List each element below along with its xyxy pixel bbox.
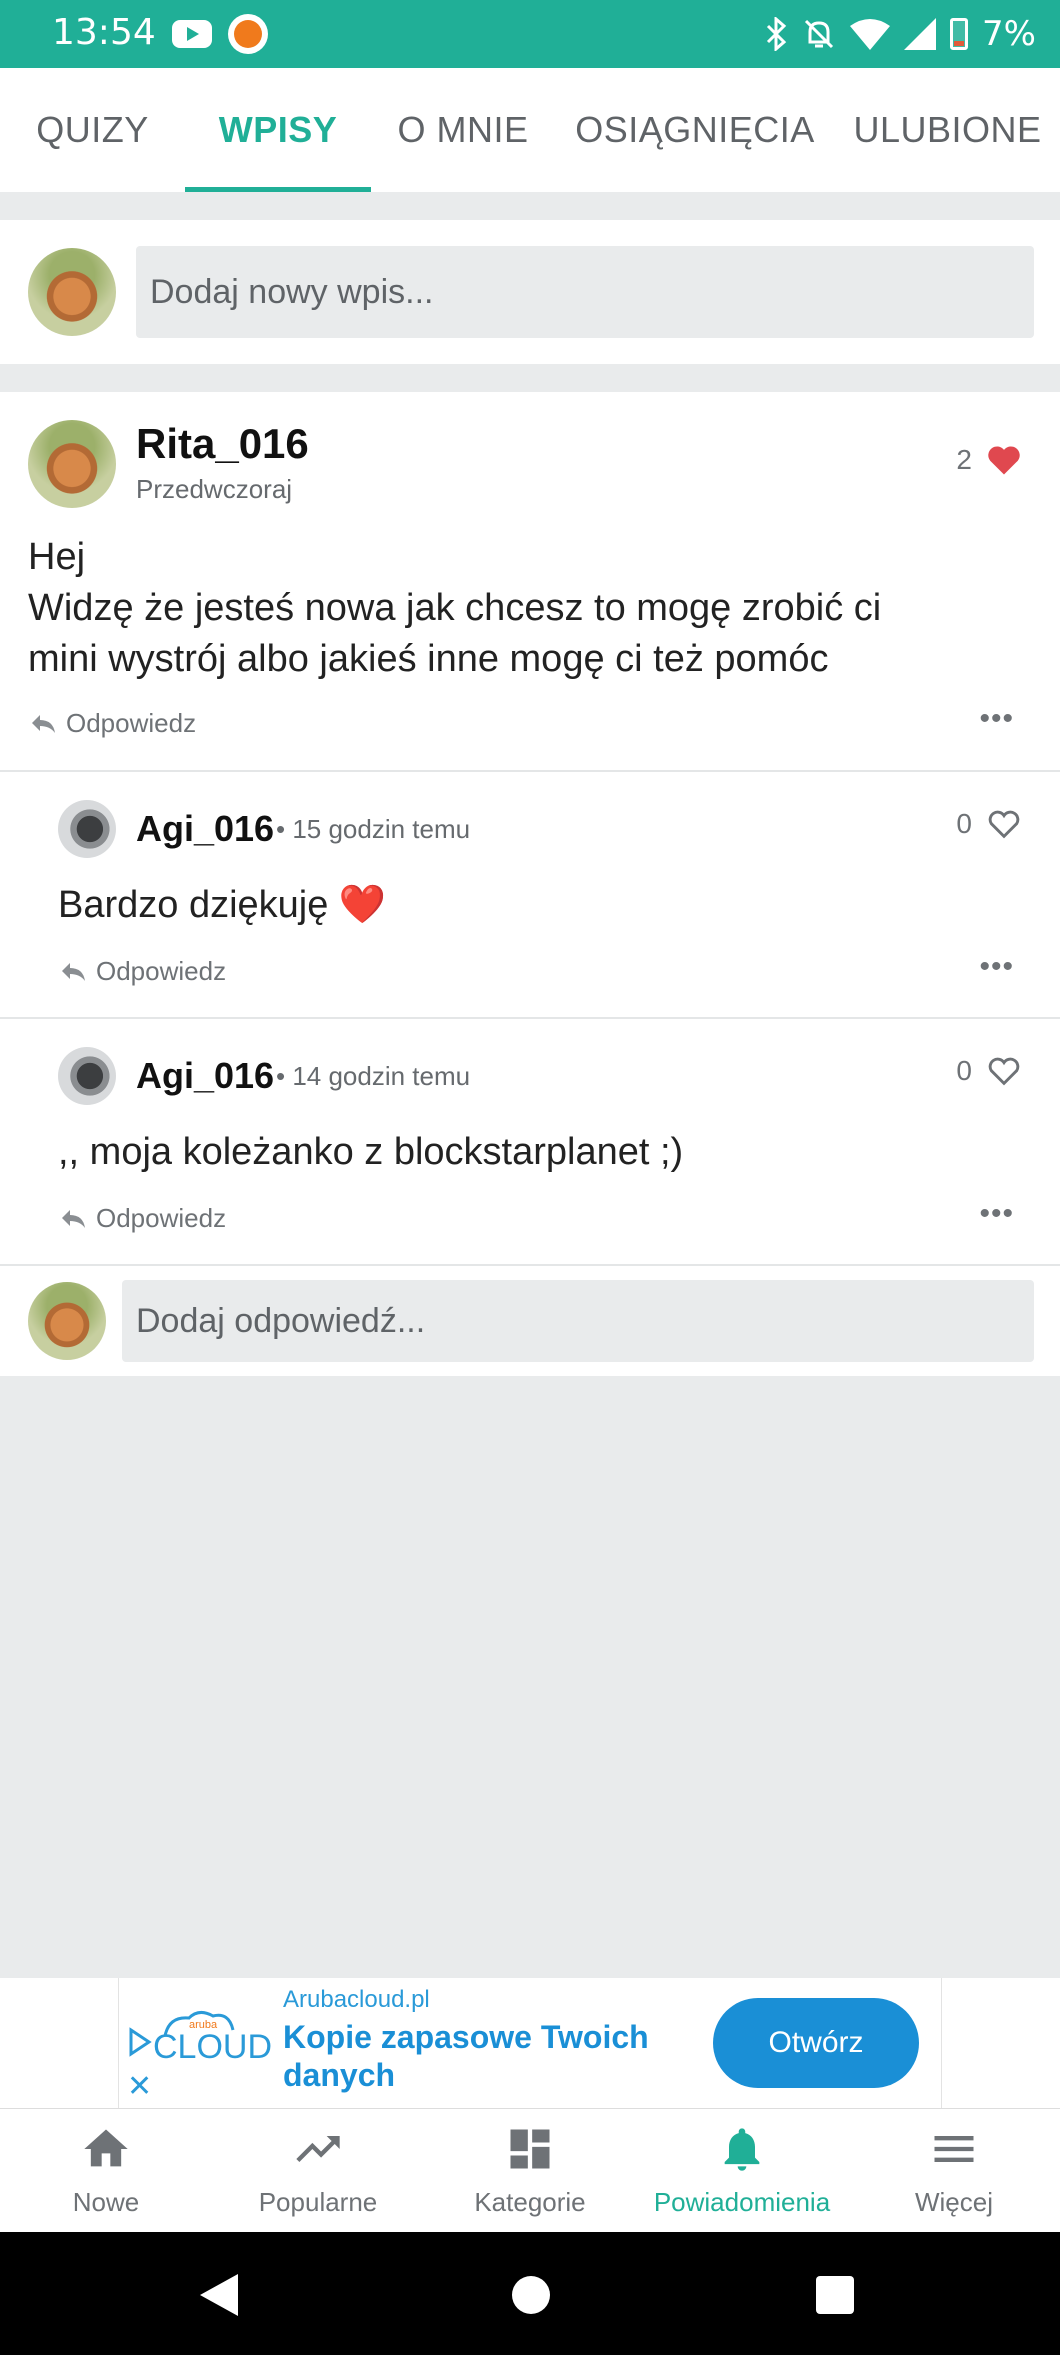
like-count: 0 [956, 808, 972, 839]
like-count: 0 [956, 1055, 972, 1086]
avatar[interactable] [58, 1047, 116, 1105]
nav-label: Nowe [72, 2187, 140, 2217]
tab-wpisy[interactable]: WPISY [185, 68, 371, 192]
like-button[interactable]: 0 [956, 1055, 1022, 1087]
ad-domain: Arubacloud.pl [283, 1986, 430, 2013]
reply-button[interactable]: Odpowiedz [30, 708, 196, 739]
notifications-off-icon [804, 19, 834, 49]
home-circle-icon[interactable] [512, 2276, 550, 2314]
post-time: Przedwczoraj [136, 474, 293, 504]
reply-author[interactable]: Agi_016 [136, 808, 274, 850]
avatar [28, 248, 116, 336]
new-post-bar: Dodaj nowy wpis... [0, 220, 1060, 364]
thread: Rita_016 Przedwczoraj 2 Hej Widzę że jes… [0, 392, 1060, 1376]
reply-body: ,, moja koleżanko z blockstarplanet ;) [58, 1131, 684, 1173]
arubacloud-logo: aruba CLOUD [129, 2011, 272, 2066]
reply-label: Odpowiedz [66, 708, 197, 738]
avatar[interactable] [28, 420, 116, 508]
heart-outline-icon [988, 810, 1020, 839]
post: Rita_016 Przedwczoraj 2 Hej Widzę że jes… [0, 392, 1060, 772]
nav-label: Popularne [258, 2187, 378, 2217]
battery-percent: 7% [982, 14, 1036, 54]
nav-kategorie[interactable]: Kategorie [424, 2109, 636, 2233]
ad-title: Kopie zapasowe Twoich danych [283, 2019, 649, 2093]
menu-icon [934, 2136, 974, 2162]
youtube-icon [172, 20, 212, 48]
avatar[interactable] [58, 800, 116, 858]
recent-apps-icon[interactable] [816, 2276, 854, 2314]
reply-icon [32, 714, 55, 733]
post-body-line: mini wystrój albo jakieś inne mogę ci te… [28, 638, 829, 680]
add-reply-input[interactable]: Dodaj odpowiedź... [122, 1280, 1034, 1362]
nav-wiecej[interactable]: Więcej [848, 2109, 1060, 2233]
reply-button[interactable]: Odpowiedz [60, 1203, 226, 1234]
app-icon [228, 14, 268, 54]
ad-box[interactable]: aruba CLOUD Arubacloud.pl Kopie zapasowe… [118, 1978, 942, 2108]
tab-o-mnie[interactable]: O MNIE [371, 68, 555, 192]
reply-icon [62, 1209, 85, 1228]
nav-powiadomienia[interactable]: Powiadomienia [636, 2109, 848, 2233]
heart-icon [988, 446, 1020, 475]
reply-time: • 14 godzin temu [276, 1061, 471, 1091]
bluetooth-icon [766, 17, 787, 51]
more-options-button[interactable]: ••• [979, 950, 1014, 984]
trending-icon [296, 2136, 340, 2162]
avatar [28, 1282, 106, 1360]
bottom-nav: Nowe Popularne Kategorie Powiadomienia W… [0, 2108, 1060, 2232]
post-body-line: Widzę że jesteś nowa jak chcesz to mogę … [28, 587, 882, 629]
post-body: Hej Widzę że jesteś nowa jak chcesz to m… [28, 532, 1028, 685]
reply-time: • 15 godzin temu [276, 814, 471, 844]
like-count: 2 [956, 444, 972, 475]
post-author[interactable]: Rita_016 [136, 420, 309, 468]
like-button[interactable]: 2 [956, 444, 1022, 476]
like-button[interactable]: 0 [956, 808, 1022, 840]
system-nav-bar [0, 2232, 1060, 2355]
reply-button[interactable]: Odpowiedz [60, 956, 226, 987]
reply-label: Odpowiedz [96, 956, 227, 986]
reply-icon [62, 962, 85, 981]
heart-outline-icon [988, 1057, 1020, 1086]
ad-banner: aruba CLOUD Arubacloud.pl Kopie zapasowe… [0, 1978, 1060, 2108]
status-icons: 7% [764, 10, 1036, 58]
status-bar: 13:54 7% [0, 0, 1060, 68]
tab-quizy[interactable]: QUIZY [0, 68, 185, 192]
nav-label: Powiadomienia [653, 2187, 831, 2217]
profile-tabs: QUIZY WPISY O MNIE OSIĄGNIĘCIA ULUBIONE [0, 68, 1060, 192]
status-time: 13:54 [52, 12, 156, 53]
reply-label: Odpowiedz [96, 1203, 227, 1233]
reply: Agi_016 • 15 godzin temu 0 Bardzo dzięku… [0, 772, 1060, 1019]
battery-icon [950, 18, 969, 50]
nav-label: Więcej [914, 2187, 993, 2217]
reply-body: Bardzo dziękuję ❤️ [58, 884, 387, 926]
signal-icon [904, 18, 937, 50]
wifi-icon [850, 19, 891, 50]
home-icon [84, 2129, 128, 2167]
bell-icon [724, 2128, 760, 2171]
nav-label: Kategorie [474, 2187, 586, 2217]
more-options-button[interactable]: ••• [979, 702, 1014, 736]
add-reply-bar: Dodaj odpowiedź... [0, 1266, 1060, 1376]
back-icon[interactable] [200, 2274, 238, 2316]
ad-open-button[interactable]: Otwórz [713, 1998, 919, 2088]
close-icon[interactable]: ✕ [127, 2072, 152, 2102]
dashboard-icon [510, 2129, 550, 2169]
reply-author[interactable]: Agi_016 [136, 1055, 274, 1097]
nav-nowe[interactable]: Nowe [0, 2109, 212, 2233]
new-post-input[interactable]: Dodaj nowy wpis... [136, 246, 1034, 338]
post-body-line: Hej [28, 536, 86, 578]
tab-osiagniecia[interactable]: OSIĄGNIĘCIA [555, 68, 835, 192]
more-options-button[interactable]: ••• [979, 1197, 1014, 1231]
tab-ulubione[interactable]: ULUBIONE [835, 68, 1060, 192]
logo-text: CLOUD [153, 2028, 272, 2066]
reply: Agi_016 • 14 godzin temu 0 ,, moja koleż… [0, 1019, 1060, 1266]
nav-popularne[interactable]: Popularne [212, 2109, 424, 2233]
